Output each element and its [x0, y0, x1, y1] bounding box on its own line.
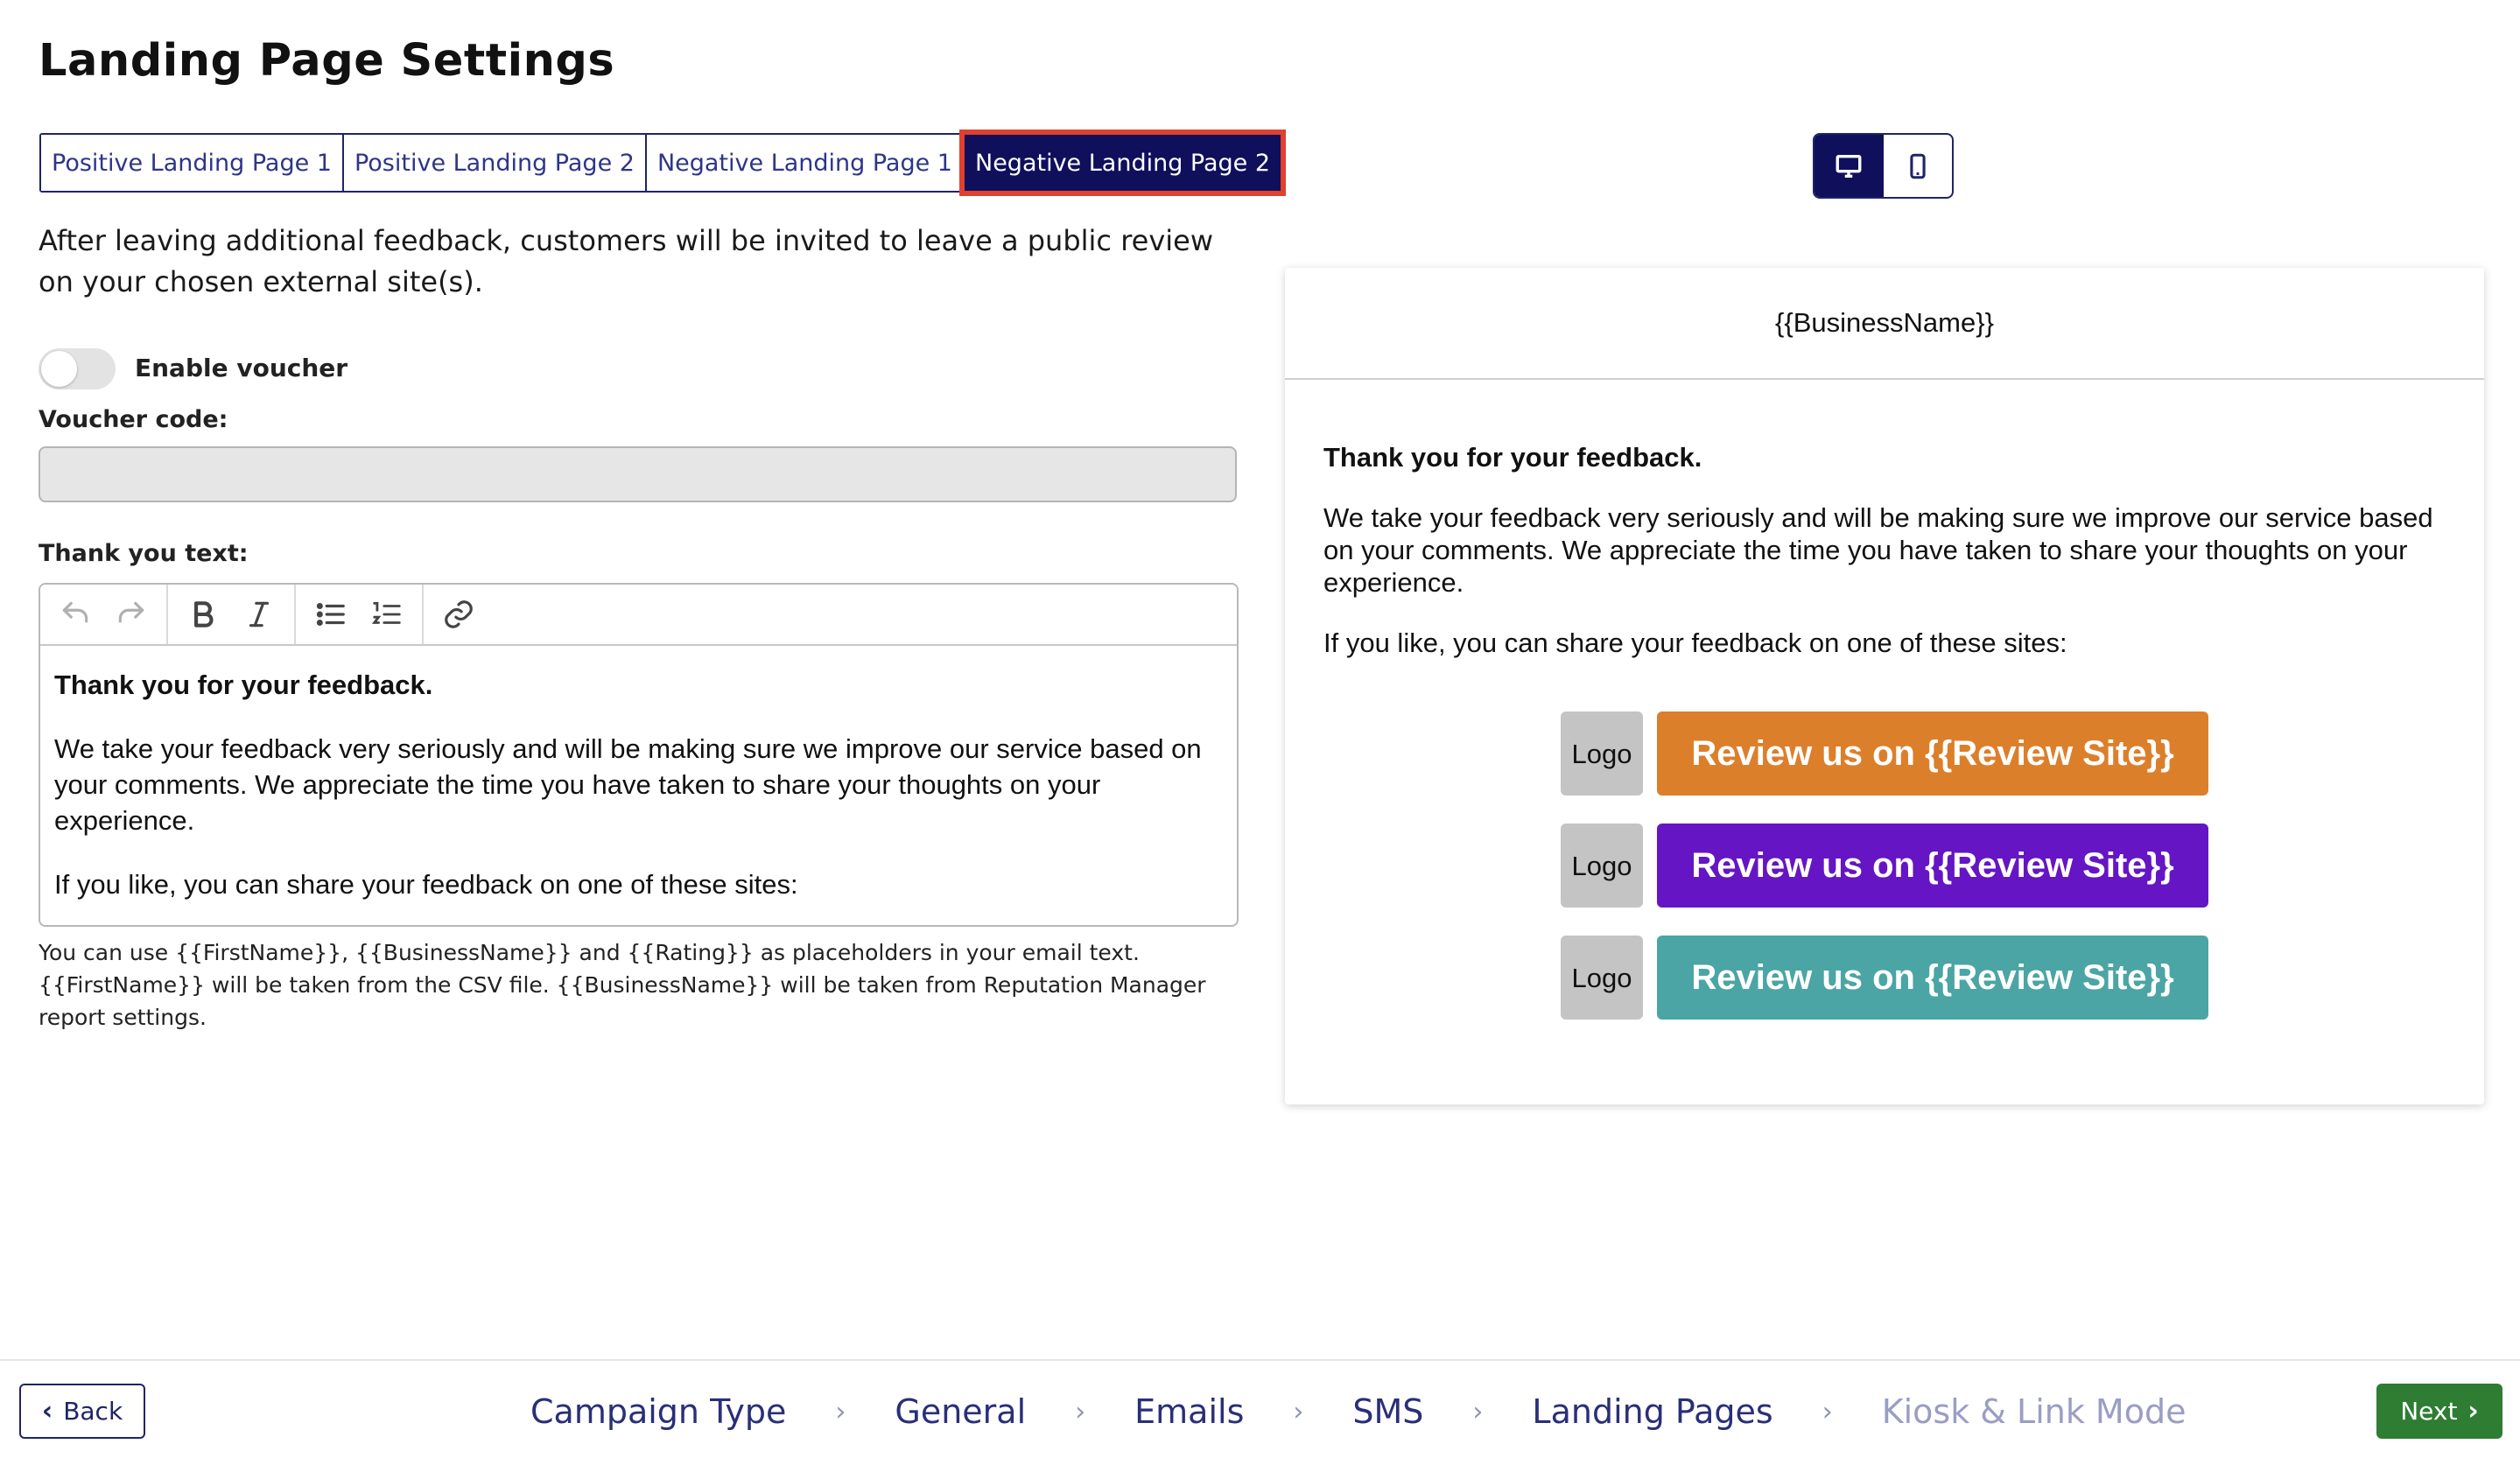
desktop-view-button[interactable]: [1815, 135, 1884, 197]
review-site-logo: Logo: [1561, 824, 1643, 908]
preview-paragraph-1: We take your feedback very seriously and…: [1323, 502, 2433, 598]
chevron-right-icon: ›: [835, 1396, 846, 1427]
chevron-left-icon: ‹: [41, 1396, 53, 1426]
format-group: [168, 585, 296, 644]
tab-negative-landing-page-1[interactable]: Negative Landing Page 1: [646, 135, 965, 191]
enable-voucher-label: Enable voucher: [135, 354, 348, 382]
voucher-code-input[interactable]: [39, 446, 1237, 502]
editor-paragraph-1: We take your feedback very seriously and…: [54, 733, 1202, 836]
redo-icon[interactable]: [103, 590, 159, 639]
chevron-right-icon: ›: [1822, 1396, 1833, 1427]
toggle-knob: [41, 351, 77, 387]
back-button-label: Back: [63, 1397, 123, 1426]
list-group: [296, 585, 424, 644]
editor-paragraph-2: If you like, you can share your feedback…: [54, 869, 798, 900]
editor-toolbar: [40, 585, 1237, 646]
chevron-right-icon: ›: [1293, 1396, 1304, 1427]
italic-icon[interactable]: [231, 590, 287, 639]
wizard-footer: ‹ Back Campaign Type › General › Emails …: [0, 1359, 2520, 1458]
intro-text: After leaving additional feedback, custo…: [39, 224, 1214, 298]
link-icon[interactable]: [431, 590, 487, 639]
preview-paragraph-2: If you like, you can share your feedback…: [1323, 627, 2067, 658]
page-title: Landing Page Settings: [39, 35, 615, 87]
preview-body: Thank you for your feedback. We take you…: [1285, 380, 2484, 1020]
review-site-logo: Logo: [1561, 936, 1643, 1020]
preview-business-name: {{BusinessName}}: [1285, 268, 2484, 380]
numbered-list-icon[interactable]: [359, 590, 415, 639]
thank-you-text-editor: Thank you for your feedback. We take you…: [39, 583, 1239, 927]
next-button-label: Next: [2400, 1397, 2458, 1426]
preview-device-toggle: [1813, 133, 1954, 199]
undo-icon[interactable]: [47, 590, 103, 639]
review-site-row: Logo Review us on {{Review Site}}: [1323, 824, 2446, 908]
placeholder-helper-text: You can use {{FirstName}}, {{BusinessNam…: [39, 940, 1206, 1030]
back-button[interactable]: ‹ Back: [19, 1384, 145, 1439]
step-kiosk-link-mode: Kiosk & Link Mode: [1881, 1392, 2187, 1431]
thank-you-text-label: Thank you text:: [39, 540, 249, 567]
step-landing-pages[interactable]: Landing Pages: [1532, 1392, 1772, 1431]
landing-page-tabs: Positive Landing Page 1 Positive Landing…: [39, 130, 1287, 196]
next-button[interactable]: Next ›: [2376, 1384, 2502, 1439]
chevron-right-icon: ›: [2467, 1396, 2479, 1426]
desktop-icon: [1836, 154, 1862, 178]
review-site-row: Logo Review us on {{Review Site}}: [1323, 936, 2446, 1020]
tab-positive-landing-page-2[interactable]: Positive Landing Page 2: [343, 135, 647, 191]
review-site-button[interactable]: Review us on {{Review Site}}: [1657, 936, 2208, 1020]
mobile-icon: [1910, 153, 1926, 179]
preview-heading: Thank you for your feedback.: [1323, 442, 1702, 473]
landing-page-preview: {{BusinessName}} Thank you for your feed…: [1285, 268, 2484, 1104]
review-site-logo: Logo: [1561, 711, 1643, 796]
wizard-steps: Campaign Type › General › Emails › SMS ›…: [530, 1387, 2186, 1436]
mobile-view-button[interactable]: [1884, 135, 1953, 197]
editor-content[interactable]: Thank you for your feedback. We take you…: [40, 646, 1237, 925]
chevron-right-icon: ›: [1075, 1396, 1086, 1427]
bold-icon[interactable]: [175, 590, 231, 639]
step-general[interactable]: General: [895, 1392, 1026, 1431]
enable-voucher-toggle[interactable]: [39, 348, 116, 389]
review-site-button[interactable]: Review us on {{Review Site}}: [1657, 711, 2208, 796]
tab-negative-landing-page-2[interactable]: Negative Landing Page 2: [958, 130, 1287, 196]
link-group: [424, 585, 494, 644]
step-campaign-type[interactable]: Campaign Type: [530, 1392, 786, 1431]
tab-positive-landing-page-1[interactable]: Positive Landing Page 1: [41, 135, 344, 191]
editor-heading: Thank you for your feedback.: [54, 669, 433, 700]
review-site-row: Logo Review us on {{Review Site}}: [1323, 711, 2446, 796]
voucher-code-label: Voucher code:: [39, 406, 228, 433]
step-emails[interactable]: Emails: [1134, 1392, 1244, 1431]
chevron-right-icon: ›: [1472, 1396, 1484, 1427]
history-group: [40, 585, 168, 644]
bullet-list-icon[interactable]: [303, 590, 359, 639]
step-sms[interactable]: SMS: [1352, 1392, 1423, 1431]
review-site-list: Logo Review us on {{Review Site}} Logo R…: [1323, 711, 2446, 1020]
review-site-button[interactable]: Review us on {{Review Site}}: [1657, 824, 2208, 908]
